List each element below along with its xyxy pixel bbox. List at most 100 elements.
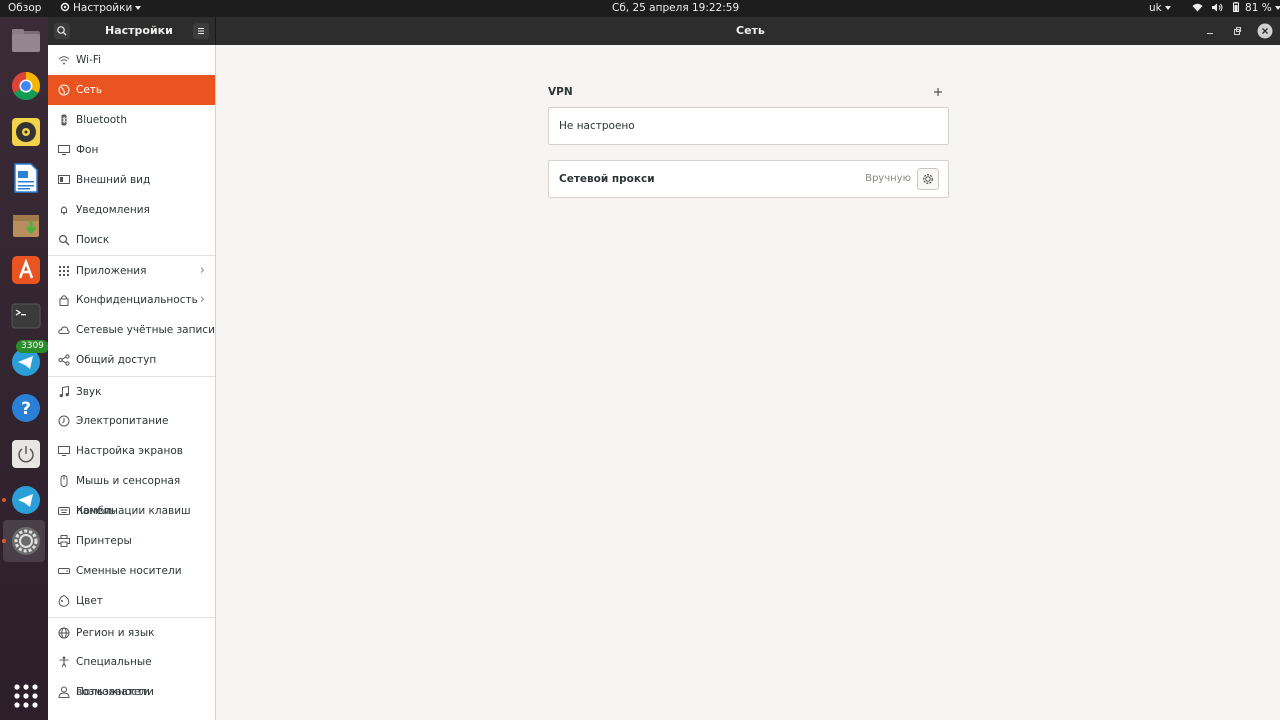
- main-headerbar: Сеть: [216, 17, 1280, 45]
- chevron-down-icon: [1164, 6, 1171, 10]
- chevron-right-icon: ›: [199, 292, 205, 307]
- search-button[interactable]: [54, 23, 70, 39]
- running-indicator: [2, 498, 6, 502]
- network-globe-icon: [58, 84, 70, 96]
- vpn-section-title: VPN: [548, 86, 573, 98]
- network-proxy-row[interactable]: Сетевой прокси Вручную: [548, 160, 949, 198]
- sidebar-item-label: Принтеры: [76, 535, 132, 547]
- chevron-right-icon: ›: [199, 263, 205, 278]
- music-player-icon: [12, 118, 40, 146]
- dock-rhythmbox[interactable]: [3, 111, 45, 153]
- sidebar-item-keyboard-shortcuts[interactable]: Комбинации клавиш: [48, 496, 215, 526]
- dock-terminal[interactable]: [3, 295, 45, 337]
- dock-power[interactable]: [3, 433, 45, 475]
- sidebar-item-power[interactable]: Электропитание: [48, 406, 215, 436]
- sidebar-item-label: Поиск: [76, 234, 110, 246]
- panel-title: Сеть: [736, 24, 765, 37]
- minimize-icon: [1207, 33, 1213, 34]
- dock-telegram-2[interactable]: [2, 479, 45, 521]
- search-icon: [57, 26, 67, 36]
- dock-software-center[interactable]: [3, 249, 45, 291]
- sidebar-item-users[interactable]: Пользователи: [48, 677, 215, 707]
- sidebar-item-label: Электропитание: [76, 415, 169, 427]
- folder-icon: [12, 29, 40, 52]
- terminal-icon: [11, 303, 41, 329]
- sidebar-item-sound[interactable]: Звук: [48, 376, 215, 407]
- sidebar-item-displays[interactable]: Настройка экранов: [48, 436, 215, 466]
- system-status-area[interactable]: 81 %: [1192, 0, 1280, 17]
- sidebar-item-color[interactable]: Цвет: [48, 586, 215, 616]
- proxy-settings-button[interactable]: [917, 168, 939, 190]
- sidebar-item-label: Уведомления: [76, 204, 150, 216]
- activities-button[interactable]: Обзор: [8, 0, 41, 17]
- sidebar-item-background[interactable]: Фон: [48, 135, 215, 165]
- power-icon: [58, 415, 70, 427]
- sidebar-item-label: Звук: [76, 386, 102, 398]
- power-icon: [12, 440, 40, 468]
- store-icon: [12, 256, 40, 284]
- dock-files[interactable]: [3, 19, 45, 61]
- show-applications-button[interactable]: [3, 675, 45, 717]
- chevron-down-icon: [135, 6, 142, 10]
- sidebar-item-privacy[interactable]: Конфиденциальность ›: [48, 285, 215, 315]
- minimize-button[interactable]: [1204, 24, 1216, 41]
- app-grid-icon: [59, 266, 69, 276]
- appearance-icon: [58, 175, 70, 184]
- sidebar-item-label: Цвет: [76, 595, 103, 607]
- sidebar-item-removable-media[interactable]: Сменные носители: [48, 556, 215, 586]
- lock-icon: [59, 295, 69, 306]
- settings-gear-icon: [12, 527, 40, 555]
- user-icon: [58, 686, 70, 698]
- sidebar-item-accessibility[interactable]: Специальные возможности: [48, 647, 215, 698]
- sidebar-item-wifi[interactable]: Wi-Fi: [48, 45, 215, 75]
- battery-icon: [1232, 2, 1239, 12]
- app-menu-label: Настройки: [73, 2, 133, 14]
- vpn-status: Не настроено: [559, 120, 635, 132]
- sidebar-item-applications[interactable]: Приложения ›: [48, 255, 215, 286]
- sidebar-item-mouse-touchpad[interactable]: Мышь и сенсорная панель: [48, 466, 215, 517]
- sidebar-item-printers[interactable]: Принтеры: [48, 526, 215, 556]
- dock-help[interactable]: ?: [3, 387, 45, 429]
- sidebar-item-sharing[interactable]: Общий доступ: [48, 345, 215, 375]
- dock-writer[interactable]: [3, 157, 45, 199]
- telegram-icon: [12, 486, 40, 514]
- sidebar-headerbar: Настройки: [48, 17, 215, 45]
- close-button[interactable]: [1257, 23, 1273, 42]
- dock-software-updater[interactable]: [3, 203, 45, 245]
- add-vpn-button[interactable]: [931, 83, 945, 101]
- sidebar-item-bluetooth[interactable]: Bluetooth: [48, 105, 215, 135]
- mouse-icon: [60, 475, 68, 487]
- clock[interactable]: Сб, 25 апреля 19:22:59: [612, 0, 739, 17]
- wifi-icon: [58, 56, 70, 65]
- document-icon: [14, 163, 38, 193]
- menu-button[interactable]: [193, 23, 209, 39]
- volume-icon: [1212, 3, 1223, 12]
- sidebar-item-online-accounts[interactable]: Сетевые учётные записи: [48, 315, 215, 345]
- sidebar-item-label: Пользователи: [76, 686, 154, 698]
- settings-sidebar: Wi-Fi Сеть Bluetooth Фон Внешний вид Уве…: [48, 45, 216, 720]
- sidebar-item-notifications[interactable]: Уведомления: [48, 195, 215, 225]
- sidebar-item-search[interactable]: Поиск: [48, 225, 215, 255]
- drive-icon: [58, 568, 70, 574]
- sidebar-item-label: Фон: [76, 144, 99, 156]
- keyboard-layout-indicator[interactable]: uk: [1149, 0, 1171, 17]
- help-icon: ?: [12, 394, 40, 422]
- telegram-unread-badge: 3309: [16, 340, 49, 353]
- keyboard-layout-label: uk: [1149, 2, 1162, 14]
- app-menu[interactable]: Настройки: [60, 0, 142, 17]
- share-icon: [58, 354, 70, 366]
- printer-icon: [58, 535, 70, 547]
- maximize-button[interactable]: [1231, 24, 1243, 41]
- sidebar-item-label: Регион и язык: [76, 627, 155, 639]
- dock-settings[interactable]: [2, 520, 45, 562]
- dock-chrome[interactable]: [3, 65, 45, 107]
- accessibility-icon: [59, 656, 69, 668]
- wifi-icon: [1192, 3, 1203, 12]
- close-icon: [1257, 23, 1273, 39]
- restore-icon: [1234, 27, 1241, 35]
- cloud-icon: [58, 326, 70, 334]
- package-icon: [13, 215, 39, 237]
- sidebar-item-network[interactable]: Сеть: [48, 75, 215, 105]
- sidebar-item-appearance[interactable]: Внешний вид: [48, 165, 215, 195]
- sidebar-item-region-language[interactable]: Регион и язык: [48, 617, 215, 648]
